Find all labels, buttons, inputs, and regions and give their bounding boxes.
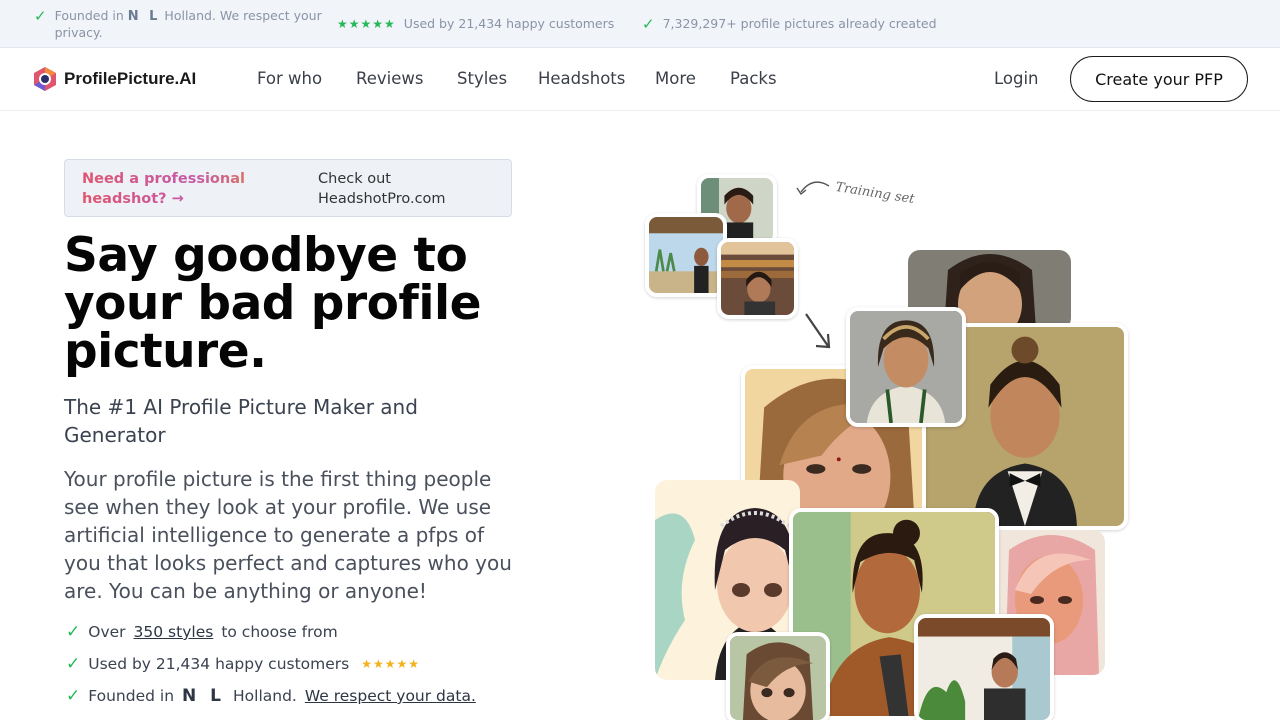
- nav-link-packs[interactable]: Packs: [730, 69, 777, 88]
- customers-note: ★★★★★ Used by 21,434 happy customers: [337, 16, 614, 32]
- check-icon: ✓: [66, 686, 81, 706]
- brand-name: ProfilePicture.AI: [64, 69, 197, 88]
- founded-text: Founded in: [54, 8, 124, 23]
- netherlands-logo: N L: [127, 9, 161, 24]
- feature-text: Holland.: [233, 687, 297, 705]
- feature-text: Founded in: [88, 687, 175, 705]
- nav-link-headshots[interactable]: Headshots: [538, 69, 625, 88]
- nav-link-for-who[interactable]: For who: [257, 69, 322, 88]
- rating-stars-icon: ★★★★★: [361, 657, 421, 671]
- training-set-label: Training set: [834, 179, 916, 208]
- privacy-text: Founded in N L Holland. We respect your …: [55, 8, 324, 41]
- nav-link-reviews[interactable]: Reviews: [356, 69, 423, 88]
- training-photo: [717, 238, 798, 319]
- headshot-promo-banner[interactable]: Need a professional headshot? → Check ou…: [64, 159, 512, 217]
- training-photo: [645, 213, 727, 297]
- check-icon: ✓: [642, 15, 655, 33]
- check-icon: ✓: [66, 654, 81, 674]
- styles-link[interactable]: 350 styles: [134, 623, 214, 641]
- hero-description: Your profile picture is the first thing …: [64, 467, 512, 603]
- feature-founded: ✓ Founded in N L Holland. We respect you…: [66, 686, 476, 706]
- promo-link[interactable]: Check out HeadshotPro.com: [318, 169, 498, 209]
- nav-link-styles[interactable]: Styles: [457, 69, 507, 88]
- created-note: ✓ 7,329,297+ profile pictures already cr…: [642, 16, 937, 32]
- curved-arrow-icon: [796, 181, 830, 196]
- feature-text: Used by 21,434 happy customers: [88, 655, 350, 673]
- privacy-link[interactable]: We respect your data.: [305, 687, 476, 705]
- brand-logo[interactable]: ProfilePicture.AI: [32, 66, 196, 92]
- main-nav: ProfilePicture.AI For who Reviews Styles…: [0, 48, 1280, 111]
- generated-photo: [846, 307, 966, 427]
- rating-stars-icon: ★★★★★: [337, 17, 396, 31]
- hero-subtitle: The #1 AI Profile Picture Maker and Gene…: [64, 395, 418, 447]
- nav-link-more[interactable]: More: [655, 69, 696, 88]
- feature-text: Over: [88, 623, 126, 641]
- feature-styles: ✓ Over 350 styles to choose from: [66, 622, 338, 642]
- login-link[interactable]: Login: [994, 69, 1039, 88]
- customers-text: Used by 21,434 happy customers: [403, 16, 615, 31]
- feature-customers: ✓ Used by 21,434 happy customers ★★★★★: [66, 654, 420, 674]
- promo-headline[interactable]: Need a professional headshot? →: [82, 169, 282, 209]
- down-arrow-icon: [805, 313, 831, 349]
- check-icon: ✓: [34, 7, 47, 25]
- netherlands-logo: N L: [182, 686, 225, 706]
- generated-photo: [726, 632, 830, 720]
- generated-photo: [914, 614, 1054, 720]
- create-pfp-button[interactable]: Create your PFP: [1070, 56, 1248, 102]
- top-info-bar: ✓ Founded in N L Holland. We respect you…: [0, 0, 1280, 48]
- camera-logo-icon: [32, 66, 58, 92]
- check-icon: ✓: [66, 622, 81, 642]
- feature-text: to choose from: [221, 623, 338, 641]
- privacy-note: ✓ Founded in N L Holland. We respect you…: [34, 8, 324, 41]
- hero-title: Say goodbye to your bad profile picture.: [64, 228, 481, 379]
- created-text: 7,329,297+ profile pictures already crea…: [662, 16, 937, 31]
